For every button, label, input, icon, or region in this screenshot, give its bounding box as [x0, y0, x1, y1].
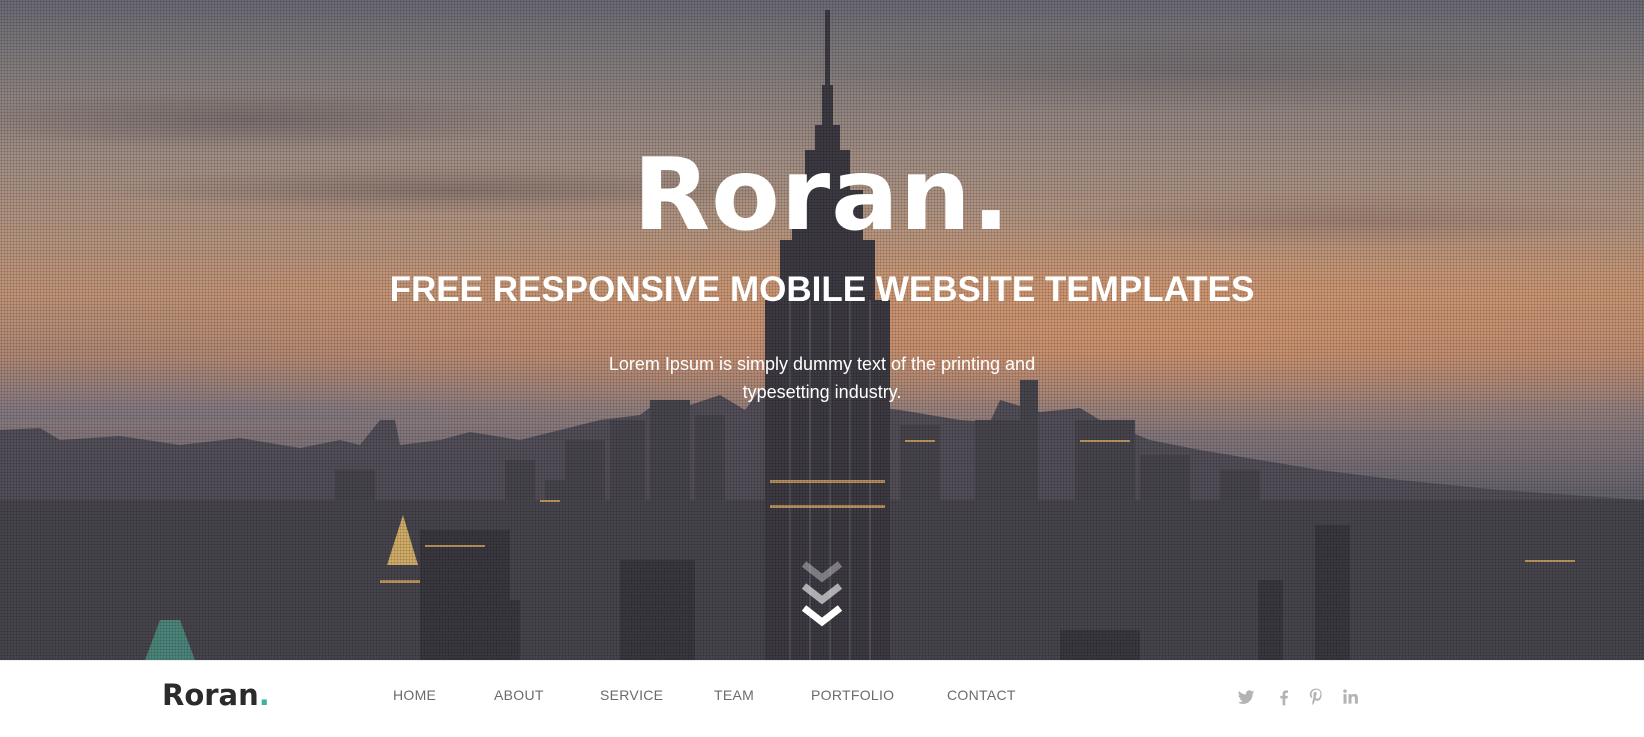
triple-chevron-down-icon [801, 561, 843, 627]
nav-item-service[interactable]: SERVICE [600, 685, 663, 705]
nav-item-home[interactable]: HOME [393, 685, 436, 705]
nav-item-contact[interactable]: CONTACT [947, 685, 1016, 705]
social-facebook-link[interactable] [1274, 687, 1298, 711]
twitter-icon [1237, 690, 1255, 704]
social-pinterest-link[interactable] [1306, 687, 1330, 711]
hero-description: Lorem Ipsum is simply dummy text of the … [608, 354, 1036, 402]
hero-title-dot: . [971, 136, 1011, 253]
pinterest-icon [1309, 688, 1322, 706]
social-linkedin-link[interactable] [1341, 687, 1365, 711]
main-navbar: Roran. HOME ABOUT SERVICE TEAM PORTFOLIO… [0, 660, 1644, 737]
scroll-down-button[interactable] [797, 556, 847, 630]
nav-item-portfolio[interactable]: PORTFOLIO [811, 685, 894, 705]
hero-content: Roran. FREE RESPONSIVE MOBILE WEBSITE TE… [0, 0, 1644, 660]
hero-section: Roran. FREE RESPONSIVE MOBILE WEBSITE TE… [0, 0, 1644, 660]
social-twitter-link[interactable] [1236, 687, 1260, 711]
hero-title: Roran. [0, 140, 1644, 250]
facebook-icon [1280, 690, 1288, 706]
nav-item-about[interactable]: ABOUT [494, 685, 544, 705]
linkedin-icon [1343, 689, 1358, 704]
hero-subtitle: FREE RESPONSIVE MOBILE WEBSITE TEMPLATES [389, 270, 1255, 309]
nav-menu: HOME ABOUT SERVICE TEAM PORTFOLIO CONTAC… [0, 661, 1644, 737]
nav-item-team[interactable]: TEAM [714, 685, 754, 705]
hero-title-text: Roran [633, 136, 972, 253]
